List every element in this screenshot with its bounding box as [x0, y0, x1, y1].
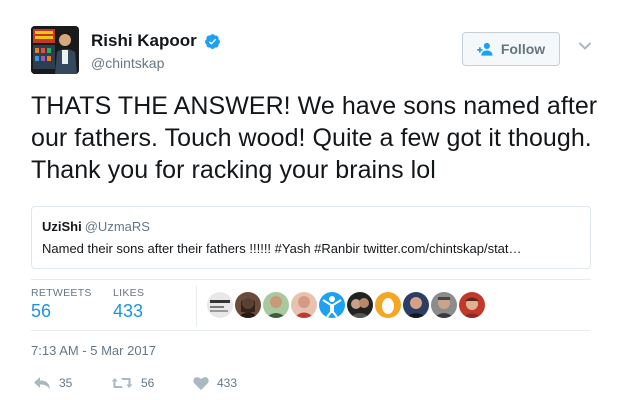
chevron-down-icon[interactable]	[578, 41, 592, 51]
author-name[interactable]: Rishi Kapoor	[91, 31, 197, 51]
tweet-card: Rishi Kapoor @chintskap Follow THATS THE…	[0, 0, 626, 400]
liker-avatar[interactable]	[459, 292, 485, 318]
retweet-icon	[111, 378, 133, 388]
likes-count[interactable]: 433	[113, 301, 143, 322]
tweet-timestamp[interactable]: 7:13 AM - 5 Mar 2017	[31, 343, 156, 358]
liker-avatar[interactable]	[207, 292, 233, 318]
liker-avatars	[207, 292, 485, 318]
liker-avatar[interactable]	[403, 292, 429, 318]
stats-separator	[196, 286, 197, 326]
liker-avatar[interactable]	[347, 292, 373, 318]
liker-avatar[interactable]	[263, 292, 289, 318]
liker-avatar[interactable]	[319, 292, 345, 318]
retweet-count: 56	[141, 376, 155, 390]
heart-icon	[193, 377, 209, 390]
liker-avatar[interactable]	[291, 292, 317, 318]
divider	[31, 279, 591, 280]
quoted-author-name: UziShi	[42, 219, 82, 234]
like-count: 433	[217, 376, 238, 390]
quoted-tweet-text: Named their sons after their fathers !!!…	[42, 241, 522, 256]
quoted-author-handle: @UzmaRS	[84, 219, 150, 234]
author-handle[interactable]: @chintskap	[91, 55, 164, 71]
tweet-text: THATS THE ANSWER! We have sons named aft…	[31, 92, 598, 184]
liker-avatar[interactable]	[235, 292, 261, 318]
author-avatar[interactable]	[31, 26, 79, 74]
reply-count: 35	[59, 376, 73, 390]
reply-icon	[34, 377, 50, 389]
follow-label: Follow	[500, 41, 546, 57]
like-button[interactable]: 433	[193, 374, 237, 392]
verified-badge-icon	[205, 34, 220, 49]
follow-button[interactable]: Follow	[462, 32, 560, 66]
liker-avatar[interactable]	[431, 292, 457, 318]
likes-label: LIKES	[113, 287, 145, 299]
reply-button[interactable]: 35	[33, 374, 72, 392]
divider	[31, 330, 591, 331]
liker-avatar[interactable]	[375, 292, 401, 318]
quoted-tweet-card[interactable]: UziShi @UzmaRS Named their sons after the…	[31, 206, 591, 269]
add-user-icon	[477, 42, 493, 56]
retweets-label: RETWEETS	[31, 287, 92, 299]
retweet-button[interactable]: 56	[111, 374, 154, 392]
retweets-count[interactable]: 56	[31, 301, 51, 322]
